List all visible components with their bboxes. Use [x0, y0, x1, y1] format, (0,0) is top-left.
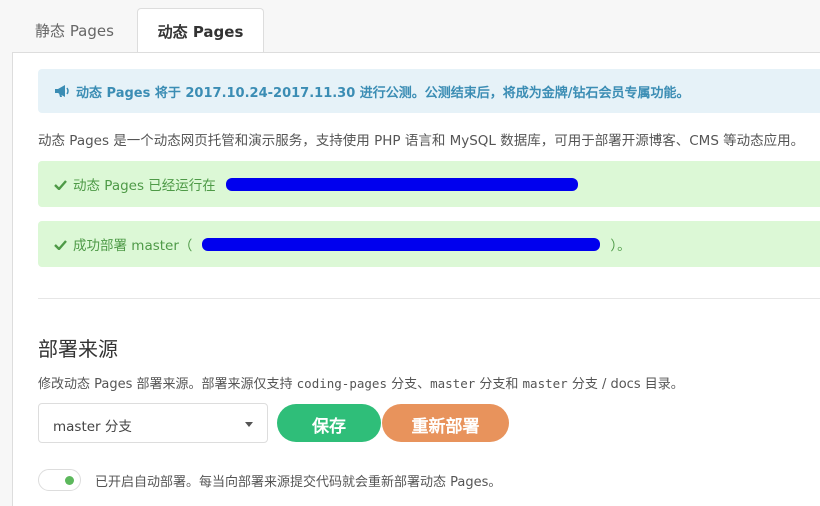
source-desc-text: 分支和: [475, 377, 523, 392]
selected-branch: master 分支: [53, 419, 132, 435]
check-icon: [54, 179, 67, 190]
megaphone-icon: [55, 85, 69, 97]
check-icon: [54, 239, 67, 250]
auto-deploy-label: 已开启自动部署。每当向部署来源提交代码就会重新部署动态 Pages。: [95, 475, 502, 490]
deploy-status-suffix: ）。: [610, 238, 631, 254]
branch-name: master: [522, 376, 568, 391]
section-divider: [38, 298, 820, 299]
redacted-url: [225, 177, 578, 191]
redeploy-button[interactable]: 重新部署: [382, 404, 509, 442]
redacted-commit: [202, 237, 601, 251]
tab-static-pages[interactable]: 静态 Pages: [12, 8, 137, 52]
running-status-text: 动态 Pages 已经运行在: [73, 178, 216, 194]
source-desc-text: 分支、: [386, 377, 431, 392]
notice-text: 动态 Pages 将于 2017.10.24-2017.11.30 进行公测。公…: [76, 85, 690, 101]
deploy-status-prefix: 成功部署 master（: [73, 238, 193, 254]
toggle-knob: [65, 476, 74, 485]
tab-dynamic-pages[interactable]: 动态 Pages: [137, 8, 264, 53]
source-desc-text: 分支 / docs 目录。: [567, 377, 684, 392]
source-desc-text: 修改动态 Pages 部署来源。部署来源仅支持: [38, 377, 297, 392]
branch-name: coding-pages: [296, 376, 387, 391]
auto-deploy-toggle[interactable]: [38, 469, 81, 491]
service-description: 动态 Pages 是一个动态网页托管和演示服务，支持使用 PHP 语言和 MyS…: [38, 133, 805, 149]
dynamic-pages-panel: 动态 Pages 将于 2017.10.24-2017.11.30 进行公测。公…: [12, 52, 820, 506]
pages-tabs: 静态 Pages 动态 Pages: [0, 0, 820, 53]
branch-name: master: [430, 376, 476, 391]
source-branch-select[interactable]: master 分支: [38, 403, 268, 443]
deploy-status: 成功部署 master（ ）。: [38, 221, 820, 267]
running-status: 动态 Pages 已经运行在: [38, 161, 820, 207]
source-title: 部署来源: [38, 337, 118, 361]
source-description: 修改动态 Pages 部署来源。部署来源仅支持 coding-pages 分支、…: [38, 373, 684, 392]
beta-notice: 动态 Pages 将于 2017.10.24-2017.11.30 进行公测。公…: [38, 69, 820, 113]
save-button[interactable]: 保存: [277, 404, 381, 442]
dropdown-arrow-icon: [245, 422, 253, 427]
